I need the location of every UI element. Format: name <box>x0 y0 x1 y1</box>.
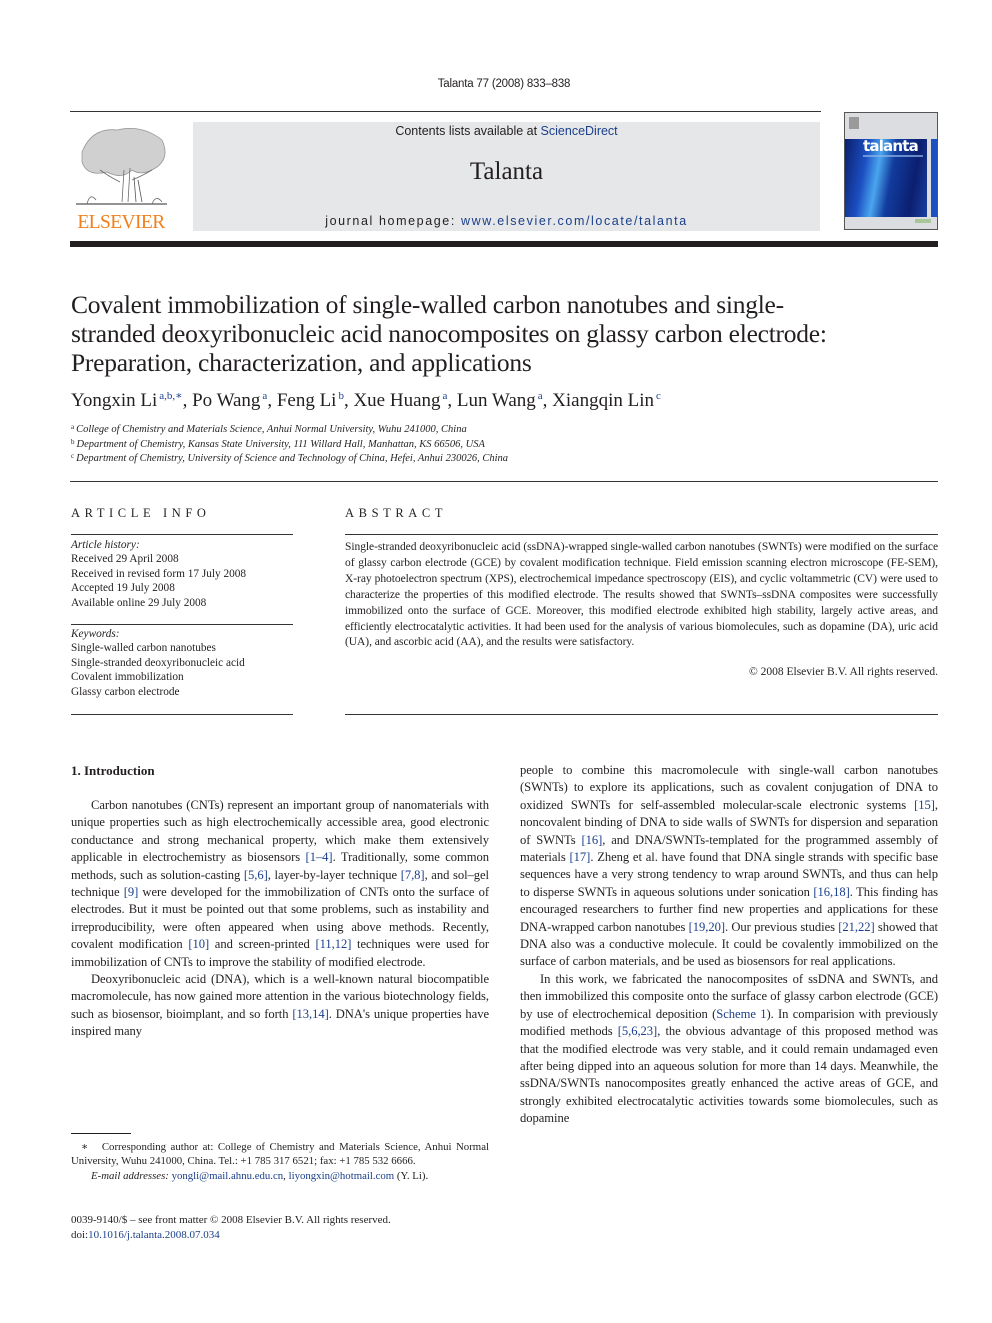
author[interactable]: Lun Wang a <box>457 390 543 411</box>
email-link[interactable]: liyongxin@hotmail.com <box>289 1170 395 1182</box>
author-marks[interactable]: c <box>656 390 661 402</box>
tree-logo-icon <box>76 127 167 205</box>
homepage-prefix: journal homepage: <box>325 214 462 228</box>
citation-link[interactable]: [15] <box>914 798 935 812</box>
footnote: ∗ Corresponding author at: College of Ch… <box>71 1140 489 1183</box>
corresponding-author-note: ∗ Corresponding author at: College of Ch… <box>71 1141 489 1168</box>
article-info-heading: ARTICLE INFO <box>71 506 211 520</box>
author[interactable]: Feng Li b <box>277 390 344 411</box>
cover-artwork-strip <box>931 139 937 217</box>
issn-line: 0039-9140/$ – see front matter © 2008 El… <box>71 1214 391 1226</box>
citation-link[interactable]: [11,12] <box>315 937 351 951</box>
citation-link[interactable]: [7,8] <box>401 868 425 882</box>
citation-link[interactable]: [16,18] <box>813 885 849 899</box>
citation-link[interactable]: Scheme 1 <box>716 1007 766 1021</box>
cover-title: talanta <box>863 137 919 155</box>
paragraph: Carbon nanotubes (CNTs) represent an imp… <box>71 798 490 969</box>
abstract-text: Single-stranded deoxyribonucleic acid (s… <box>345 541 938 649</box>
keywords-label: Keywords: <box>71 628 120 640</box>
article-history: Article history: Received 29 April 2008 … <box>71 538 293 610</box>
publisher-mini-icon <box>849 117 859 129</box>
citation-link[interactable]: [5,6] <box>244 868 268 882</box>
abstract-copyright: © 2008 Elsevier B.V. All rights reserved… <box>749 666 938 678</box>
running-head: Talanta 77 (2008) 833–838 <box>437 78 571 90</box>
author-marks[interactable]: a <box>443 390 448 402</box>
journal-title: Talanta <box>469 158 544 185</box>
paragraph: people to combine this macromolecule wit… <box>520 763 939 969</box>
homepage-link[interactable]: www.elsevier.com/locate/talanta <box>461 214 688 228</box>
keyword: Covalent immobilization <box>71 671 184 684</box>
header-rule <box>70 111 821 112</box>
divider <box>345 534 938 535</box>
paragraph: In this work, we fabricated the nanocomp… <box>520 971 938 1126</box>
author[interactable]: Xiangqin Lin c <box>552 390 661 411</box>
sciencedirect-link[interactable]: ScienceDirect <box>541 124 618 138</box>
divider <box>71 714 293 715</box>
footnote-rule <box>71 1133 131 1134</box>
abstract-heading: ABSTRACT <box>345 506 448 520</box>
footnote-mark: ∗ <box>81 1141 89 1153</box>
paragraph: Deoxyribonucleic acid (DNA), which is a … <box>71 972 489 1039</box>
citation-link[interactable]: [5,6,23] <box>618 1024 658 1038</box>
keywords: Keywords: Single-walled carbon nanotubes… <box>71 627 293 699</box>
section-rule <box>70 481 938 482</box>
affiliation: a College of Chemistry and Materials Scie… <box>71 423 467 435</box>
front-matter: 0039-9140/$ – see front matter © 2008 El… <box>71 1213 511 1242</box>
email-link[interactable]: yongli@mail.ahnu.edu.cn <box>172 1170 284 1182</box>
cover-badge-icon <box>915 219 931 223</box>
citation-link[interactable]: [19,20] <box>689 920 725 934</box>
publisher-logo[interactable]: ELSEVIER <box>70 120 172 234</box>
keyword: Glassy carbon electrode <box>71 685 180 698</box>
journal-banner: Contents lists available at ScienceDirec… <box>193 122 820 231</box>
body-column-right: people to combine this macromolecule wit… <box>520 762 938 1128</box>
affiliation: c Department of Chemistry, University of … <box>71 452 509 464</box>
citation-link[interactable]: [21,22] <box>838 920 874 934</box>
keyword: Single-stranded deoxyribonucleic acid <box>71 656 245 669</box>
section-heading: 1. Introduction <box>71 763 155 778</box>
author-marks[interactable]: a <box>538 390 543 402</box>
author-marks[interactable]: a,b,∗ <box>159 390 182 402</box>
publisher-logo-text: ELSEVIER <box>77 212 165 233</box>
doi-link[interactable]: 10.1016/j.talanta.2008.07.034 <box>88 1229 220 1241</box>
citation-link[interactable]: [16] <box>581 833 602 847</box>
cover-subtitle-line <box>863 155 923 157</box>
citation-link[interactable]: [17] <box>570 850 591 864</box>
author[interactable]: Yongxin Li a,b,∗ <box>71 390 183 411</box>
history-item: Accepted 19 July 2008 <box>71 582 175 595</box>
citation-link[interactable]: [9] <box>124 885 139 899</box>
citation-link[interactable]: [10] <box>188 937 209 951</box>
keyword: Single-walled carbon nanotubes <box>71 642 216 655</box>
divider <box>71 624 293 625</box>
body-column-left: Carbon nanotubes (CNTs) represent an imp… <box>71 797 489 1041</box>
author[interactable]: Po Wang a <box>192 390 267 411</box>
divider <box>71 534 293 535</box>
history-item: Received in revised form 17 July 2008 <box>71 567 247 580</box>
homepage-line: journal homepage: www.elsevier.com/locat… <box>193 214 820 228</box>
email-note: E-mail addresses: yongli@mail.ahnu.edu.c… <box>91 1169 429 1182</box>
history-item: Available online 29 July 2008 <box>71 596 207 609</box>
affiliation: b Department of Chemistry, Kansas State U… <box>71 438 485 450</box>
author-list: Yongxin Li a,b,∗, Po Wang a, Feng Li b, Xue… <box>71 390 661 411</box>
author-marks[interactable]: b <box>338 390 344 402</box>
contents-line: Contents lists available at ScienceDirec… <box>193 124 820 138</box>
citation-link[interactable]: [13,14] <box>292 1007 328 1021</box>
history-item: Received 29 April 2008 <box>71 553 179 566</box>
author-marks[interactable]: a <box>262 390 267 402</box>
history-label: Article history: <box>71 539 140 551</box>
doi-line: doi:10.1016/j.talanta.2008.07.034 <box>71 1228 220 1241</box>
contents-prefix: Contents lists available at <box>395 124 541 138</box>
author[interactable]: Xue Huang a <box>353 390 447 411</box>
journal-cover-image[interactable]: talanta <box>844 112 938 230</box>
divider <box>345 714 938 715</box>
masthead-rule <box>70 241 938 247</box>
article-title: Covalent immobilization of single-walled… <box>71 290 827 377</box>
citation-link[interactable]: [1–4] <box>306 850 333 864</box>
